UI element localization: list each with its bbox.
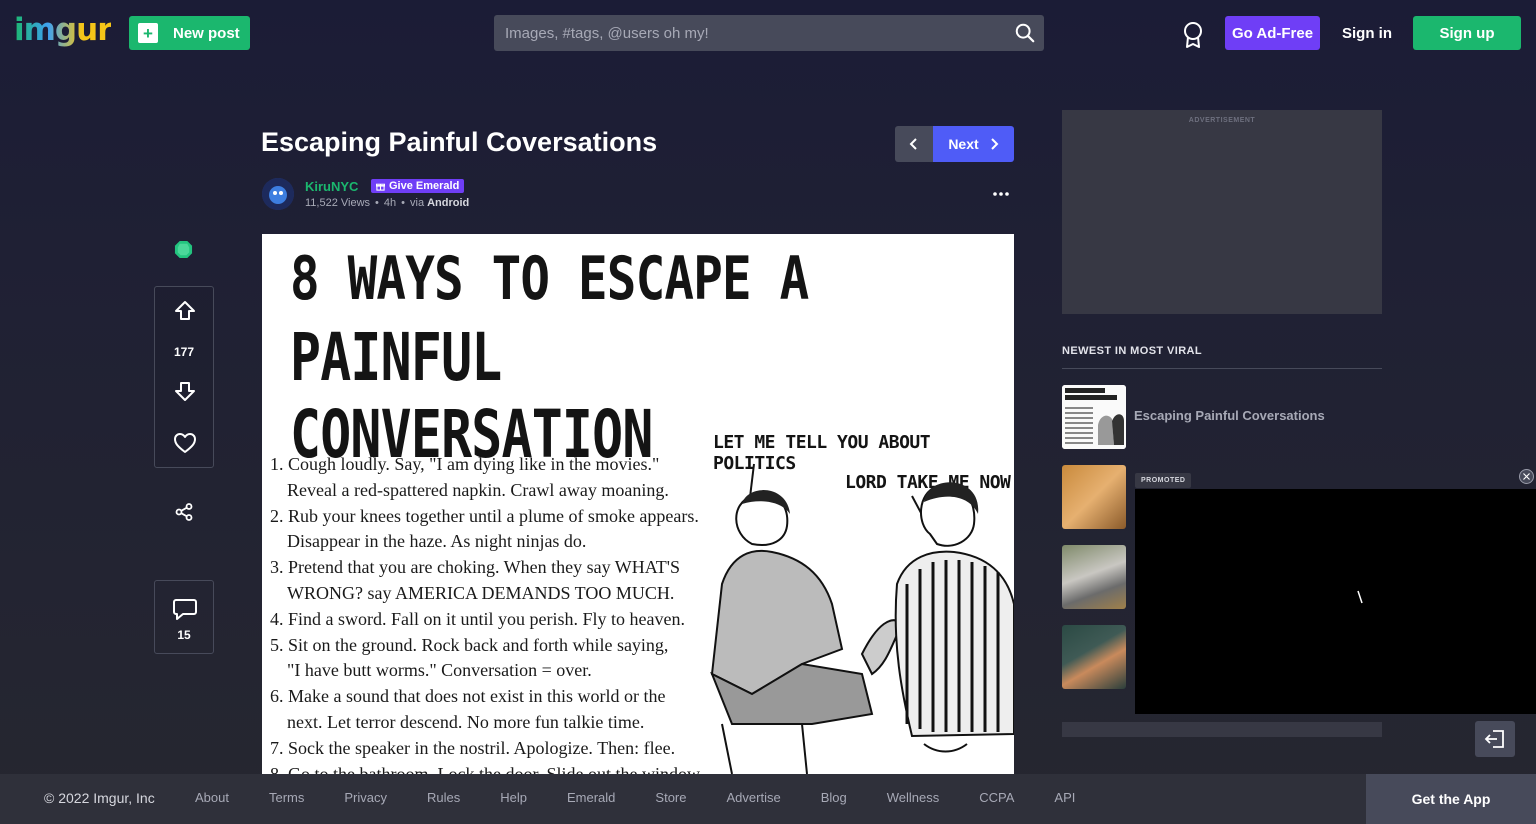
get-the-app-button[interactable]: Get the App <box>1366 774 1536 824</box>
tip-line: Disappear in the haze. As night ninjas d… <box>287 531 587 552</box>
post-meta: 11,522 Views • 4h • via Android <box>305 197 469 209</box>
vote-panel: 177 <box>154 286 214 468</box>
award-icon[interactable] <box>1181 21 1205 49</box>
viral-item-title[interactable]: Escaping Painful Coversations <box>1134 408 1325 423</box>
viral-thumbnail-4[interactable] <box>1062 625 1126 689</box>
more-options-icon[interactable] <box>991 188 1011 200</box>
upvote-icon[interactable] <box>174 300 196 322</box>
emerald-icon[interactable] <box>174 240 193 259</box>
footer-link-ccpa[interactable]: CCPA <box>979 790 1014 805</box>
tip-line: 7. Sock the speaker in the nostril. Apol… <box>270 737 676 758</box>
view-count: 11,522 Views <box>305 197 371 209</box>
footer-link-about[interactable]: About <box>195 790 229 805</box>
footer-link-store[interactable]: Store <box>655 790 686 805</box>
footer: © 2022 Imgur, Inc About Terms Privacy Ru… <box>0 774 1536 824</box>
newest-viral-heading: NEWEST IN MOST VIRAL <box>1062 345 1202 357</box>
plus-icon: + <box>138 23 158 43</box>
footer-link-terms[interactable]: Terms <box>269 790 304 805</box>
viral-thumbnail-3[interactable] <box>1062 545 1126 609</box>
thumbnail-image <box>1062 385 1126 449</box>
next-label: Next <box>948 136 979 152</box>
author-name[interactable]: KiruNYC <box>305 179 358 194</box>
meta-dot: • <box>401 197 405 209</box>
sign-up-button[interactable]: Sign up <box>1413 16 1521 50</box>
share-icon[interactable] <box>174 502 194 522</box>
exit-fullscreen-button[interactable] <box>1475 721 1515 757</box>
new-post-label: New post <box>173 24 240 42</box>
tip-line: Reveal a red-spattered napkin. Crawl awa… <box>287 479 669 500</box>
post-image[interactable]: 8 WAYS TO ESCAPE A PAINFUL CONVERSATION … <box>262 234 1014 774</box>
via-label: via <box>410 197 425 209</box>
tip-line: "I have butt worms." Conversation = over… <box>287 660 592 681</box>
search-icon[interactable] <box>1014 22 1036 44</box>
promoted-badge: PROMOTED <box>1135 473 1192 488</box>
cursor-mark <box>1357 590 1363 604</box>
gift-icon <box>376 183 385 191</box>
footer-link-advertise[interactable]: Advertise <box>727 790 781 805</box>
sign-in-link[interactable]: Sign in <box>1336 16 1398 50</box>
give-emerald-button[interactable]: Give Emerald <box>371 179 465 193</box>
tips-list: 1. Cough loudly. Say, "I am dying like i… <box>270 452 740 774</box>
advertisement-label: ADVERTISEMENT <box>1188 117 1256 124</box>
viral-thumbnail-1[interactable] <box>1062 385 1126 449</box>
sidebar-placeholder <box>1062 722 1382 737</box>
tip-line: 5. Sit on the ground. Rock back and fort… <box>270 634 669 655</box>
imgur-logo[interactable]: imgur <box>14 12 112 48</box>
comment-bubble-icon <box>173 599 197 620</box>
footer-links: About Terms Privacy Rules Help Emerald S… <box>195 790 1115 805</box>
close-icon[interactable] <box>1519 469 1534 484</box>
chevron-right-icon <box>990 138 999 150</box>
tip-line: 6. Make a sound that does not exist in t… <box>270 686 666 707</box>
tip-line: WRONG? say AMERICA DEMANDS TOO MUCH. <box>287 582 675 603</box>
go-ad-free-button[interactable]: Go Ad-Free <box>1225 16 1320 50</box>
post-title: Escaping Painful Coversations <box>261 127 658 157</box>
vote-count: 177 <box>173 345 195 359</box>
footer-link-rules[interactable]: Rules <box>427 790 460 805</box>
tip-line: next. Let terror descend. No more fun ta… <box>287 711 645 732</box>
favorite-heart-icon[interactable] <box>173 432 197 454</box>
search-bar <box>494 15 1044 51</box>
copyright: © 2022 Imgur, Inc <box>44 790 155 806</box>
comment-count: 15 <box>177 628 191 642</box>
advertisement-slot[interactable]: ADVERTISEMENT <box>1062 110 1382 314</box>
meta-dot: • <box>375 197 379 209</box>
downvote-icon[interactable] <box>174 380 196 402</box>
avatar-image <box>262 178 294 210</box>
search-input[interactable] <box>494 15 994 51</box>
comments-button[interactable]: 15 <box>154 580 214 654</box>
post-age: 4h <box>383 197 397 209</box>
image-headline-line-1: 8 WAYS TO ESCAPE A <box>290 244 809 314</box>
chevron-left-icon <box>909 138 917 150</box>
author-avatar[interactable] <box>262 178 294 210</box>
footer-link-help[interactable]: Help <box>500 790 527 805</box>
tip-line: 3. Pretend that you are choking. When th… <box>270 557 680 578</box>
new-post-button[interactable]: + New post <box>129 16 250 50</box>
divider <box>1062 368 1382 369</box>
next-post-button[interactable]: Next <box>933 126 1014 162</box>
previous-post-button[interactable] <box>895 126 933 162</box>
top-bar: imgur + New post Go Ad-Free Sign in Sign… <box>0 0 1536 66</box>
platform-name: Android <box>427 197 470 209</box>
footer-link-api[interactable]: API <box>1054 790 1075 805</box>
footer-link-emerald[interactable]: Emerald <box>567 790 615 805</box>
footer-link-blog[interactable]: Blog <box>821 790 847 805</box>
exit-icon <box>1484 730 1504 748</box>
cartoon-illustration <box>710 482 1014 774</box>
tip-line: 1. Cough loudly. Say, "I am dying like i… <box>270 454 660 474</box>
give-emerald-label: Give Emerald <box>389 180 460 192</box>
viral-thumbnail-2[interactable] <box>1062 465 1126 529</box>
tip-line: 4. Find a sword. Fall on it until you pe… <box>270 608 685 629</box>
tip-line: 8. Go to the bathroom. Lock the door. Sl… <box>270 763 704 774</box>
footer-link-wellness[interactable]: Wellness <box>887 790 940 805</box>
promoted-video-player[interactable] <box>1135 489 1536 714</box>
tip-line: 2. Rub your knees together until a plume… <box>270 505 699 526</box>
footer-link-privacy[interactable]: Privacy <box>344 790 387 805</box>
